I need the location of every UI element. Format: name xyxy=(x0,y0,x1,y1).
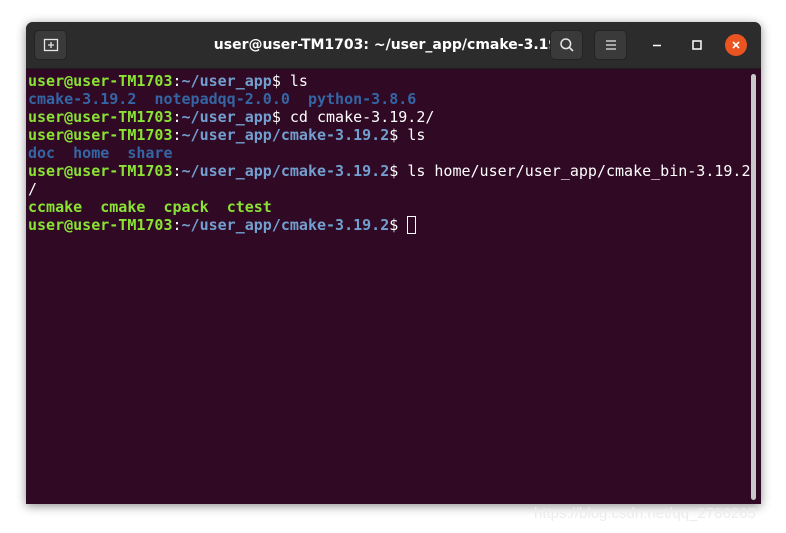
prompt-end: $ xyxy=(389,162,408,180)
prompt-user: user@user-TM1703 xyxy=(28,216,173,234)
scrollbar-thumb[interactable] xyxy=(751,74,756,500)
maximize-icon xyxy=(692,40,702,50)
terminal-line: doc home share xyxy=(28,144,761,162)
terminal-output[interactable]: user@user-TM1703:~/user_app$ ls cmake-3.… xyxy=(26,70,761,504)
text-cursor xyxy=(407,216,417,234)
terminal-line: ccmake cmake cpack ctest xyxy=(28,198,761,216)
prompt-path: ~/user_app/cmake-3.19.2 xyxy=(181,162,390,180)
dir-entry: notepadqq-2.0.0 xyxy=(154,90,290,108)
prompt-path: ~/user_app xyxy=(181,108,272,126)
dir-entry: doc xyxy=(28,144,56,162)
prompt-separator: : xyxy=(172,216,182,234)
prompt-separator: : xyxy=(172,162,182,180)
exec-entry: cmake xyxy=(100,198,146,216)
prompt-end: $ xyxy=(271,108,290,126)
prompt-separator: : xyxy=(172,72,182,90)
prompt-user: user@user-TM1703 xyxy=(28,126,173,144)
command-text: ls home/user/user_app/cmake_bin-3.19.2 xyxy=(407,162,751,180)
watermark: https://blog.csdn.net/qq_2786265 xyxy=(534,505,756,522)
prompt-end: $ xyxy=(389,216,408,234)
minimize-icon xyxy=(653,44,661,47)
dir-entry: share xyxy=(127,144,173,162)
scrollbar[interactable] xyxy=(751,74,758,500)
dir-entry: python-3.8.6 xyxy=(307,90,417,108)
dir-entry: cmake-3.19.2 xyxy=(28,90,137,108)
prompt-user: user@user-TM1703 xyxy=(28,108,173,126)
maximize-button[interactable] xyxy=(686,34,708,56)
command-wrap: / xyxy=(28,180,38,198)
command-text: ls xyxy=(289,72,308,90)
exec-entry: cpack xyxy=(163,198,209,216)
prompt-path: ~/user_app/cmake-3.19.2 xyxy=(181,216,390,234)
prompt-separator: : xyxy=(172,126,182,144)
hamburger-menu-icon xyxy=(605,40,616,50)
close-button[interactable] xyxy=(725,34,747,56)
terminal-line: user@user-TM1703:~/user_app/cmake-3.19.2… xyxy=(28,216,761,234)
prompt-path: ~/user_app xyxy=(181,72,272,90)
command-text: ls xyxy=(407,126,426,144)
prompt-user: user@user-TM1703 xyxy=(28,72,173,90)
terminal-line: user@user-TM1703:~/user_app/cmake-3.19.2… xyxy=(28,126,761,144)
title-bar[interactable]: user@user-TM1703: ~/user_app/cmake-3.19.… xyxy=(26,22,761,69)
prompt-separator: : xyxy=(172,108,182,126)
minimize-button[interactable] xyxy=(646,34,668,56)
terminal-line: user@user-TM1703:~/user_app$ cd cmake-3.… xyxy=(28,108,761,126)
new-tab-button[interactable] xyxy=(34,30,67,60)
new-tab-icon xyxy=(43,38,58,52)
command-text: cd cmake-3.19.2/ xyxy=(289,108,435,126)
terminal-line: / xyxy=(28,180,761,198)
exec-entry: ctest xyxy=(226,198,272,216)
search-icon xyxy=(559,38,574,52)
menu-button[interactable] xyxy=(594,30,627,60)
exec-entry: ccmake xyxy=(28,198,83,216)
terminal-line: cmake-3.19.2 notepadqq-2.0.0 python-3.8.… xyxy=(28,90,761,108)
terminal-line: user@user-TM1703:~/user_app/cmake-3.19.2… xyxy=(28,162,761,180)
prompt-end: $ xyxy=(389,126,408,144)
search-button[interactable] xyxy=(550,30,583,60)
dir-entry: home xyxy=(73,144,110,162)
prompt-user: user@user-TM1703 xyxy=(28,162,173,180)
prompt-path: ~/user_app/cmake-3.19.2 xyxy=(181,126,390,144)
close-icon xyxy=(732,41,740,49)
terminal-line: user@user-TM1703:~/user_app$ ls xyxy=(28,72,761,90)
prompt-end: $ xyxy=(271,72,290,90)
terminal-window: user@user-TM1703: ~/user_app/cmake-3.19.… xyxy=(26,22,761,504)
